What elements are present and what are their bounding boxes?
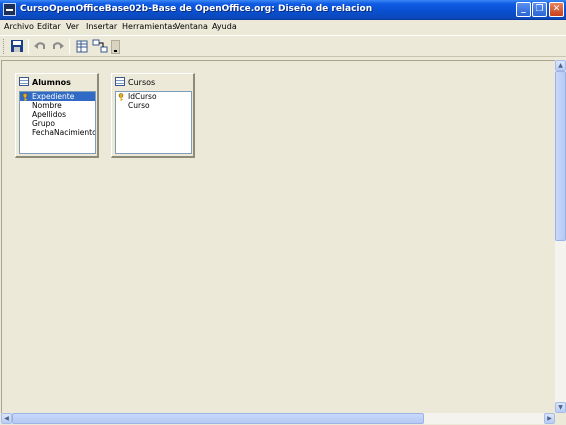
toolbar-separator — [28, 39, 29, 54]
more-options-icon[interactable] — [111, 40, 120, 54]
table-title: Alumnos — [32, 78, 71, 87]
maximize-button[interactable]: ❐ — [532, 2, 547, 17]
menu-ayuda[interactable]: Ayuda — [212, 22, 237, 31]
menu-archivo[interactable]: Archivo — [4, 22, 34, 31]
field-name: Expediente — [32, 92, 75, 101]
list-item[interactable]: FechaNacimiento — [20, 128, 95, 137]
table-window-cursos[interactable]: Cursos IdCurso Curso — [111, 73, 195, 158]
new-relation-icon[interactable] — [92, 39, 108, 54]
vertical-scrollbar[interactable]: ▲ ▼ — [555, 60, 566, 413]
field-name: Apellidos — [32, 110, 67, 119]
undo-icon[interactable] — [32, 39, 48, 54]
save-icon[interactable] — [9, 39, 25, 54]
horizontal-scroll-thumb[interactable] — [12, 413, 424, 424]
field-name: FechaNacimiento — [32, 128, 96, 137]
list-item[interactable]: Apellidos — [20, 110, 95, 119]
window-title: CursoOpenOfficeBase02b-Base de OpenOffic… — [20, 4, 373, 14]
list-item[interactable]: Nombre — [20, 101, 95, 110]
table-icon — [19, 77, 29, 86]
key-icon — [118, 93, 124, 101]
toolbar-separator — [69, 39, 70, 54]
toolbar-grip[interactable] — [3, 39, 6, 54]
table-header[interactable]: Cursos — [115, 77, 155, 89]
app-icon[interactable] — [3, 3, 16, 16]
field-name: Nombre — [32, 101, 62, 110]
list-item[interactable]: Curso — [116, 101, 191, 110]
list-item[interactable]: Expediente — [20, 92, 95, 101]
scroll-right-icon[interactable]: ▶ — [544, 413, 555, 424]
list-item[interactable]: Grupo — [20, 119, 95, 128]
minimize-button[interactable]: _ — [516, 2, 531, 17]
list-item[interactable]: IdCurso — [116, 92, 191, 101]
toolbar — [0, 35, 566, 57]
menu-herramientas[interactable]: Herramientas — [122, 22, 177, 31]
menu-bar: Archivo Editar Ver Insertar Herramientas… — [0, 20, 566, 35]
table-header[interactable]: Alumnos — [19, 77, 71, 89]
menu-ver[interactable]: Ver — [66, 22, 79, 31]
redo-icon[interactable] — [50, 39, 66, 54]
relation-design-canvas[interactable]: Alumnos Expediente Nombre Apellidos Grup… — [1, 60, 555, 413]
field-list[interactable]: Expediente Nombre Apellidos Grupo FechaN… — [19, 91, 96, 154]
close-button[interactable]: ✕ — [549, 2, 564, 17]
field-name: IdCurso — [128, 92, 157, 101]
menu-editar[interactable]: Editar — [37, 22, 61, 31]
field-name: Curso — [128, 101, 150, 110]
scrollbar-corner — [555, 413, 566, 425]
scroll-left-icon[interactable]: ◀ — [1, 413, 12, 424]
menu-insertar[interactable]: Insertar — [86, 22, 117, 31]
add-table-icon[interactable] — [74, 39, 90, 54]
field-name: Grupo — [32, 119, 55, 128]
key-icon — [22, 93, 28, 101]
table-icon — [115, 77, 125, 86]
table-title: Cursos — [128, 78, 156, 87]
horizontal-scrollbar[interactable]: ◀ ▶ — [1, 413, 555, 424]
vertical-scroll-thumb[interactable] — [555, 71, 566, 241]
title-bar[interactable]: CursoOpenOfficeBase02b-Base de OpenOffic… — [0, 0, 566, 20]
scroll-down-icon[interactable]: ▼ — [555, 402, 566, 413]
table-window-alumnos[interactable]: Alumnos Expediente Nombre Apellidos Grup… — [15, 73, 99, 158]
field-list[interactable]: IdCurso Curso — [115, 91, 192, 154]
scroll-up-icon[interactable]: ▲ — [555, 60, 566, 71]
menu-ventana[interactable]: Ventana — [175, 22, 208, 31]
